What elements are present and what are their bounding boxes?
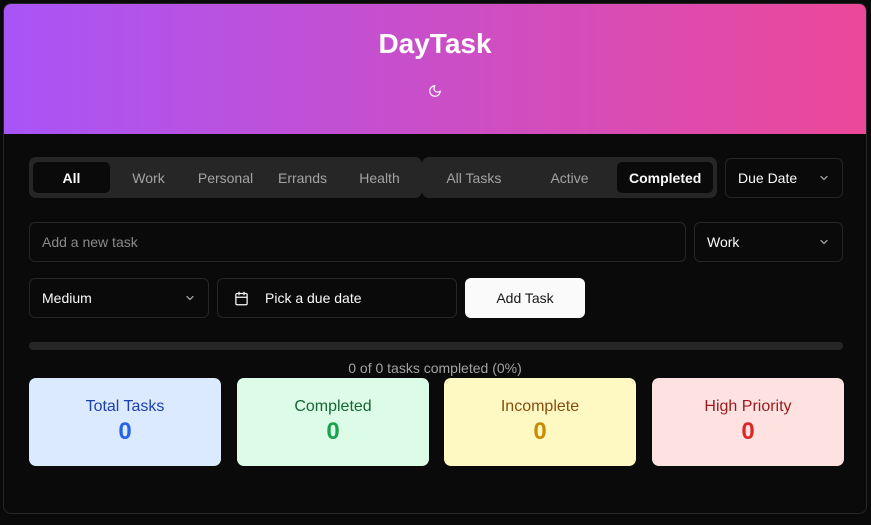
tab-work[interactable]: Work [110,162,187,193]
progress-text: 0 of 0 tasks completed (0%) [348,360,522,376]
stat-total-tasks: Total Tasks 0 [29,378,221,466]
status-tabs: All Tasks Active Completed [422,157,717,198]
chevron-down-icon [820,239,828,245]
app-title: DayTask [378,28,492,59]
tab-errands[interactable]: Errands [264,162,341,193]
tab-personal[interactable]: Personal [187,162,264,193]
tab-completed[interactable]: Completed [617,162,714,193]
tab-all-tasks[interactable]: All Tasks [426,162,522,193]
stat-value: 0 [741,418,755,445]
stat-label: High Priority [704,398,792,415]
stat-value: 0 [118,418,132,445]
theme-toggle-button[interactable] [426,82,444,100]
due-date-button[interactable]: Pick a due date [217,278,457,318]
stat-value: 0 [533,418,547,445]
stat-label: Incomplete [500,398,580,415]
calendar-icon [235,291,248,305]
due-date-placeholder: Pick a due date [265,290,362,306]
category-select-value: Work [707,234,740,250]
category-tabs: All Work Personal Errands Health [29,157,422,198]
app-header: DayTask [4,4,866,134]
priority-select[interactable]: Medium [29,278,209,318]
chevron-down-icon [820,175,828,181]
chevron-down-icon [186,295,194,301]
stat-high-priority: High Priority 0 [652,378,844,466]
category-select[interactable]: Work [694,222,843,262]
tab-all[interactable]: All [33,162,110,193]
tab-health[interactable]: Health [341,162,418,193]
stat-label: Completed [294,398,372,415]
app-card: DayTask All Work Personal Errands Health… [3,3,867,514]
new-task-input[interactable]: Add a new task [29,222,686,262]
stat-label: Total Tasks [85,398,165,415]
progress-bar [29,342,843,350]
new-task-placeholder: Add a new task [42,234,138,250]
sort-select-value: Due Date [738,170,798,186]
tab-active[interactable]: Active [522,162,618,193]
stat-completed: Completed 0 [237,378,429,466]
stat-incomplete: Incomplete 0 [444,378,636,466]
stat-value: 0 [326,418,340,445]
moon-icon [429,85,441,97]
priority-select-value: Medium [42,290,92,306]
sort-select[interactable]: Due Date [725,158,843,198]
add-task-button[interactable]: Add Task [465,278,585,318]
